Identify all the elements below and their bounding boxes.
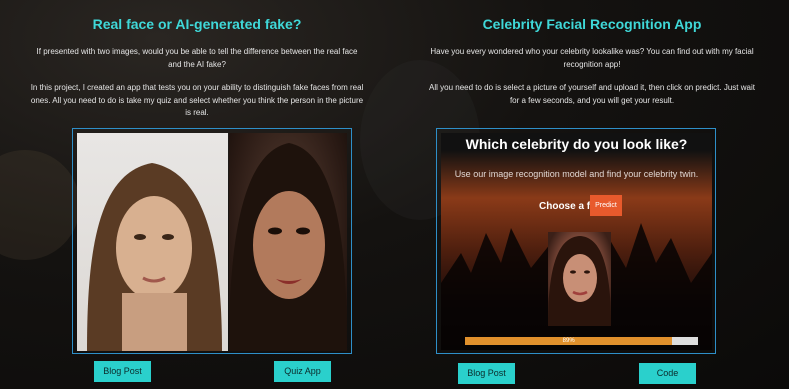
- code-button[interactable]: Code: [639, 363, 696, 384]
- project-description: If presented with two images, would you …: [30, 46, 364, 131]
- project-title: Celebrity Facial Recognition App: [482, 16, 702, 32]
- project-image-frame: Which celebrity do you look like? Use ou…: [436, 128, 716, 354]
- description-paragraph: All you need to do is select a picture o…: [429, 83, 755, 105]
- description-paragraph: In this project, I created an app that t…: [30, 83, 364, 117]
- project-description: Have you every wondered who your celebri…: [425, 46, 759, 118]
- app-screenshot: Which celebrity do you look like? Use ou…: [441, 133, 712, 350]
- predict-button: Predict: [590, 195, 622, 216]
- progress-fill: 89%: [465, 337, 673, 345]
- project-title: Real face or AI-generated fake?: [92, 16, 302, 32]
- project-image-frame: [72, 128, 352, 354]
- app-subtitle: Use our image recognition model and find…: [454, 169, 699, 179]
- description-paragraph: Have you every wondered who your celebri…: [430, 47, 754, 69]
- progress-bar: 89%: [465, 337, 698, 345]
- app-title: Which celebrity do you look like?: [465, 136, 688, 152]
- blog-post-button[interactable]: Blog Post: [94, 361, 151, 382]
- quiz-app-button[interactable]: Quiz App: [274, 361, 331, 382]
- ai-face-image: [229, 133, 347, 351]
- description-paragraph: If presented with two images, would you …: [36, 47, 358, 69]
- real-face-image: [77, 133, 228, 351]
- uploaded-photo: [548, 232, 611, 326]
- blog-post-button[interactable]: Blog Post: [458, 363, 515, 384]
- project-real-or-fake: Real face or AI-generated fake? If prese…: [0, 0, 394, 389]
- project-celebrity-recognition: Celebrity Facial Recognition App Have yo…: [395, 0, 789, 389]
